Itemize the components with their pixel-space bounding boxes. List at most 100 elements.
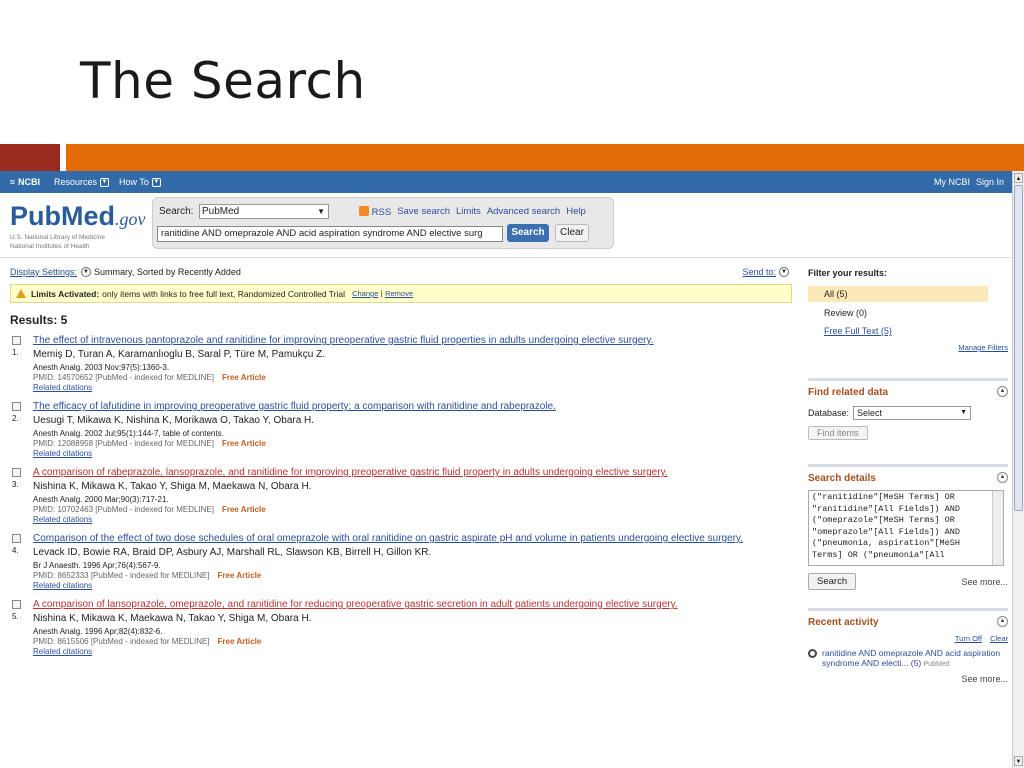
result-journal: Anesth Analg. 2000 Mar;90(3):717-21. [33,495,169,504]
accent-bar-dark [0,144,60,171]
remove-limits-link[interactable]: Remove [385,289,413,298]
search-box: Search: PubMed ▼ RSS Save search Limits A… [152,197,614,249]
accent-bar-orange [66,144,1024,171]
ncbi-logo[interactable]: ≈ NCBI [10,177,40,187]
results-count: Results: 5 [10,313,68,327]
result-title-link[interactable]: A comparison of lansoprazole, omeprazole… [33,599,792,610]
filter-header: Filter your results: [808,268,888,278]
dropdown-arrow-icon: ▼ [317,207,325,216]
collapse-icon[interactable]: ▲ [997,472,1008,483]
search-label: Search: [159,206,194,217]
result-pmid: PMID: 14570652 [PubMed - indexed for MED… [33,373,214,382]
display-settings-value: Summary, Sorted by Recently Added [94,267,241,277]
save-search-link[interactable]: Save search [397,206,450,218]
clear-link[interactable]: Clear [990,634,1008,643]
result-title-link[interactable]: Comparison of the effect of two dose sch… [33,533,792,544]
result-checkbox[interactable] [12,468,21,477]
list-item: 2. The efficacy of lafutidine in improvi… [10,401,792,458]
see-more-link[interactable]: See more... [961,577,1008,587]
scroll-thumb[interactable] [1014,185,1023,511]
related-citations-link[interactable]: Related citations [33,581,792,590]
search-button[interactable]: Search [507,224,549,242]
howto-menu[interactable]: How To ▼ [119,177,161,187]
result-pmid: PMID: 12088958 [PubMed - indexed for MED… [33,439,214,448]
ncbi-toolbar: ≈ NCBI Resources ▼ How To ▼ My NCBI Sign In [0,171,1024,193]
page-scrollbar[interactable]: ▲ ▼ [1012,171,1024,768]
free-article-link[interactable]: Free Article [218,571,262,580]
related-citations-link[interactable]: Related citations [33,383,792,392]
help-link[interactable]: Help [566,206,586,218]
dropdown-arrow-icon: ▼ [960,409,968,416]
database-select[interactable]: PubMed ▼ [199,204,329,219]
result-journal: Anesth Analg. 2002 Jul;95(1):144-7, tabl… [33,429,224,438]
related-citations-link[interactable]: Related citations [33,515,792,524]
scroll-up-icon[interactable]: ▲ [1014,173,1023,183]
resources-menu[interactable]: Resources ▼ [54,177,109,187]
free-article-link[interactable]: Free Article [218,637,262,646]
search-details-textarea[interactable]: ("ranitidine"[MeSH Terms] OR "ranitidine… [808,490,1004,566]
filter-free-full-text[interactable]: Free Full Text (5) [808,325,1008,338]
result-checkbox[interactable] [12,534,21,543]
search-icon [808,649,817,658]
find-items-button[interactable]: Find items [808,426,868,440]
result-authors: Nishina K, Mikawa K, Maekawa N, Takao Y,… [33,613,312,624]
recent-see-more-link[interactable]: See more... [808,674,1008,684]
logo-subtitle: U.S. National Library of Medicine Nation… [10,234,106,250]
pubmed-logo[interactable]: PubMed.gov U.S. National Library of Medi… [10,201,146,251]
recent-activity-header: Recent activity ▲ [808,608,1008,628]
display-settings-row: Display Settings: ▼ Summary, Sorted by R… [10,263,792,281]
manage-filters-link[interactable]: Manage Filters [808,343,1008,352]
scroll-down-icon[interactable]: ▼ [1014,756,1023,766]
filter-all[interactable]: All (5) [808,286,988,302]
result-authors: Uesugi T, Mikawa K, Nishina K, Morikawa … [33,415,315,426]
related-database-select[interactable]: Select ▼ [853,406,972,420]
result-checkbox[interactable] [12,336,21,345]
list-item: 4. Comparison of the effect of two dose … [10,533,792,590]
related-citations-link[interactable]: Related citations [33,647,792,656]
result-journal: Br J Anaesth. 1996 Apr;76(4):567-9. [33,561,161,570]
chevron-down-icon[interactable]: ▼ [779,267,789,277]
free-article-link[interactable]: Free Article [222,505,266,514]
free-article-link[interactable]: Free Article [222,439,266,448]
recent-activity-controls: Turn Off Clear [808,634,1008,643]
result-authors: Levack ID, Bowie RA, Braid DP, Asbury AJ… [33,547,432,558]
details-search-button[interactable]: Search [808,573,857,590]
advanced-search-link[interactable]: Advanced search [487,206,560,218]
related-citations-link[interactable]: Related citations [33,449,792,458]
result-title-link[interactable]: The efficacy of lafutidine in improving … [33,401,792,412]
sign-in-link[interactable]: Sign In [976,177,1004,187]
filter-review[interactable]: Review (0) [808,307,1008,320]
chevron-down-icon: ▼ [151,177,161,187]
rss-link[interactable]: RSS [359,206,391,218]
turn-off-link[interactable]: Turn Off [955,634,982,643]
free-article-link[interactable]: Free Article [222,373,266,382]
collapse-icon[interactable]: ▲ [997,386,1008,397]
collapse-icon[interactable]: ▲ [997,616,1008,627]
clear-button[interactable]: Clear [555,224,589,242]
chevron-down-icon[interactable]: ▼ [81,267,92,277]
result-title-link[interactable]: The effect of intravenous pantoprazole a… [33,335,792,346]
send-to-link[interactable]: Send to: [742,267,776,277]
browser-screenshot: ≈ NCBI Resources ▼ How To ▼ My NCBI Sign In… [0,171,1024,768]
recent-activity-item[interactable]: ranitidine AND omeprazole AND acid aspir… [808,648,1008,668]
result-pmid: PMID: 10702463 [PubMed - indexed for MED… [33,505,214,514]
result-title-link[interactable]: A comparison of rabeprazole, lansoprazol… [33,467,792,478]
limits-banner: Limits Activated: only items with links … [10,284,792,303]
change-limits-link[interactable]: Change [352,289,378,298]
result-journal: Anesth Analg. 2003 Nov;97(5):1360-3. [33,363,170,372]
sidebar: Filter your results: All (5) Review (0) … [808,263,1008,684]
result-checkbox[interactable] [12,402,21,411]
pubmed-header: PubMed.gov U.S. National Library of Medi… [0,193,1024,258]
slide-title: The Search [80,52,366,110]
result-journal: Anesth Analg. 1996 Apr;82(4):832-6. [33,627,163,636]
display-settings-link[interactable]: Display Settings: [10,267,77,277]
search-details-footer: Search See more... [808,573,1008,590]
result-pmid: PMID: 8615506 [PubMed - indexed for MEDL… [33,637,210,646]
result-checkbox[interactable] [12,600,21,609]
limits-link[interactable]: Limits [456,206,481,218]
my-ncbi-link[interactable]: My NCBI [934,177,970,187]
search-details-header: Search details ▲ [808,464,1008,484]
search-input[interactable]: ranitidine AND omeprazole AND acid aspir… [157,226,503,242]
scrollbar[interactable] [992,491,1003,565]
warning-icon [16,289,26,298]
